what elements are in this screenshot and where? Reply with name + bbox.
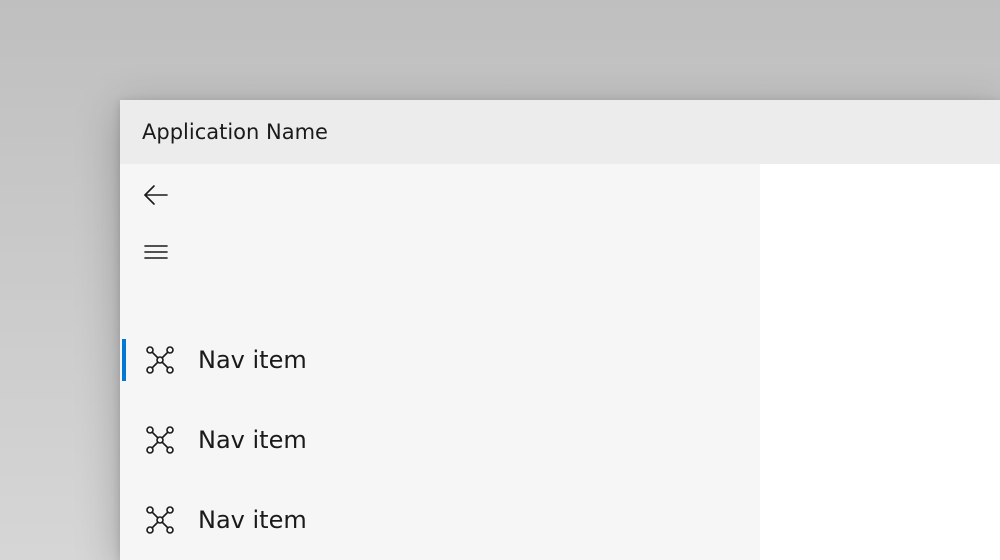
- arrow-left-icon: [142, 181, 170, 209]
- nav-list: Nav item Nav item: [120, 320, 760, 560]
- nav-panel: Nav item Nav item: [120, 164, 760, 560]
- nav-item-1[interactable]: Nav item: [120, 400, 760, 480]
- nav-item-icon: [144, 424, 176, 456]
- nav-item-label: Nav item: [198, 426, 307, 454]
- window-body: Nav item Nav item: [120, 164, 1000, 560]
- content-area: [760, 164, 1000, 560]
- nav-item-icon: [144, 344, 176, 376]
- nav-item-label: Nav item: [198, 346, 307, 374]
- nav-item-0[interactable]: Nav item: [120, 320, 760, 400]
- nav-item-icon: [144, 504, 176, 536]
- nav-item-2[interactable]: Nav item: [120, 480, 760, 560]
- back-button[interactable]: [124, 172, 188, 217]
- hamburger-icon: [142, 238, 170, 266]
- window-title: Application Name: [142, 120, 328, 144]
- selection-indicator: [122, 339, 126, 381]
- nav-item-label: Nav item: [198, 506, 307, 534]
- hamburger-button[interactable]: [124, 229, 188, 274]
- titlebar: Application Name: [120, 100, 1000, 164]
- app-window: Application Name: [120, 100, 1000, 560]
